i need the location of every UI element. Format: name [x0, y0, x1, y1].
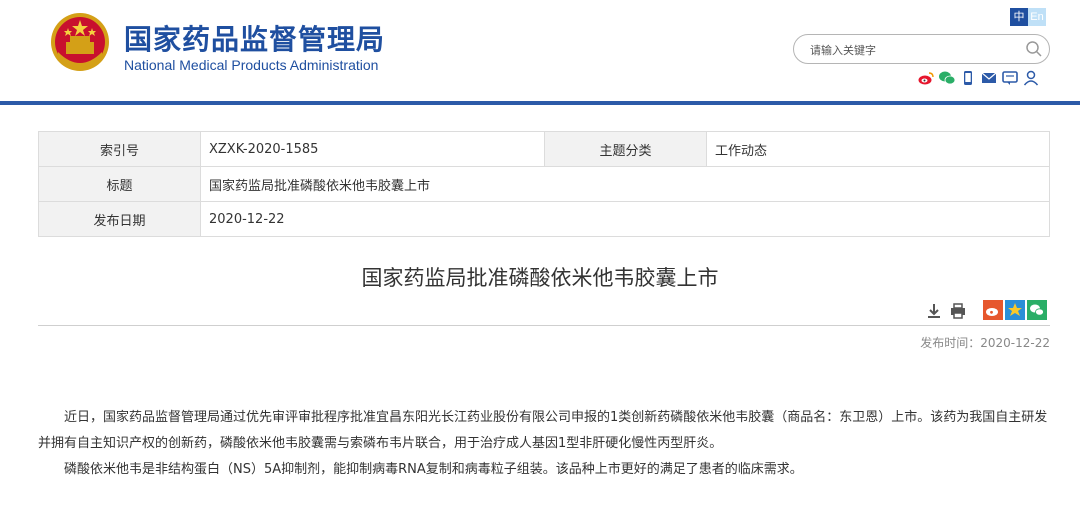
mobile-icon[interactable] — [959, 69, 977, 87]
search-input[interactable] — [810, 41, 1010, 59]
share-links — [983, 300, 1047, 320]
article-divider — [38, 325, 1050, 326]
header-divider-bar — [0, 101, 1080, 105]
download-icon[interactable] — [925, 302, 943, 320]
language-switch: 中 En — [1010, 8, 1046, 26]
user-icon[interactable] — [1022, 69, 1040, 87]
search-icon[interactable] — [1025, 40, 1043, 58]
lang-zh-button[interactable]: 中 — [1010, 8, 1028, 26]
publish-time: 发布时间：2020-12-22 — [920, 336, 1050, 350]
article-tools — [925, 302, 967, 320]
article-info-table: 索引号 XZXK-2020-1585 主题分类 工作动态 标题 国家药监局批准磷… — [38, 131, 1050, 237]
index-label: 索引号 — [38, 131, 201, 167]
weibo-share-icon[interactable] — [983, 300, 1003, 320]
topic-label: 主题分类 — [544, 131, 707, 167]
table-row: 索引号 XZXK-2020-1585 主题分类 工作动态 — [38, 131, 1050, 167]
date-value: 2020-12-22 — [200, 201, 1050, 237]
social-links — [917, 69, 1040, 87]
mail-icon[interactable] — [980, 69, 998, 87]
article-title: 国家药监局批准磷酸依米他韦胶囊上市 — [361, 266, 719, 290]
article-body: 近日，国家药品监督管理局通过优先审评审批程序批准宜昌东阳光长江药业股份有限公司申… — [38, 405, 1050, 483]
national-emblem-icon[interactable] — [50, 12, 110, 72]
wechat-share-icon[interactable] — [1027, 300, 1047, 320]
print-icon[interactable] — [949, 302, 967, 320]
message-icon[interactable] — [1001, 69, 1019, 87]
weibo-icon[interactable] — [917, 69, 935, 87]
site-title-cn[interactable]: 国家药品监督管理局 — [124, 18, 385, 58]
article-paragraph: 近日，国家药品监督管理局通过优先审评审批程序批准宜昌东阳光长江药业股份有限公司申… — [38, 410, 1048, 451]
qzone-share-icon[interactable] — [1005, 300, 1025, 320]
date-label: 发布日期 — [38, 201, 201, 237]
search-box — [793, 34, 1050, 64]
table-row: 标题 国家药监局批准磷酸依米他韦胶囊上市 — [38, 166, 1050, 202]
wechat-icon[interactable] — [938, 69, 956, 87]
table-row: 发布日期 2020-12-22 — [38, 201, 1050, 237]
title-label: 标题 — [38, 166, 201, 202]
site-title-en[interactable]: National Medical Products Administration — [124, 57, 378, 73]
index-value: XZXK-2020-1585 — [200, 131, 545, 167]
article-paragraph: 磷酸依米他韦是非结构蛋白（NS）5A抑制剂，能抑制病毒RNA复制和病毒粒子组装。… — [64, 462, 803, 477]
site-header: 国家药品监督管理局 National Medical Products Admi… — [0, 0, 1080, 101]
topic-value: 工作动态 — [706, 131, 1050, 167]
lang-en-button[interactable]: En — [1028, 8, 1046, 26]
title-value: 国家药监局批准磷酸依米他韦胶囊上市 — [200, 166, 1050, 202]
